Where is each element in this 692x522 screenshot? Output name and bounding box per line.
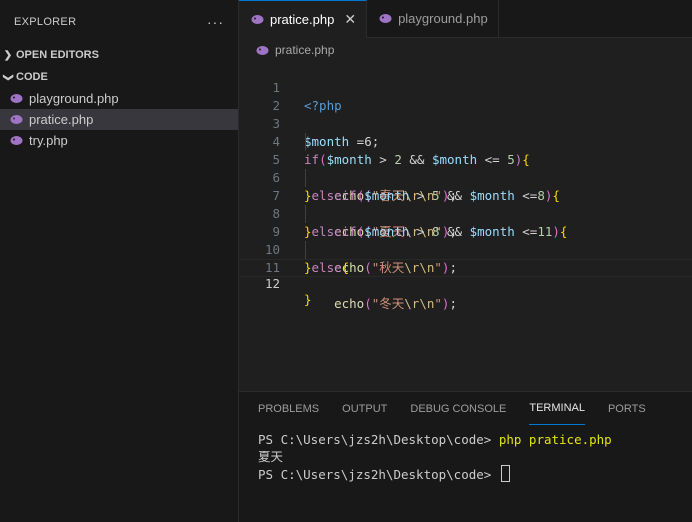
tab-label: playground.php — [398, 11, 488, 26]
line-number: 12 — [264, 276, 280, 291]
terminal[interactable]: PS C:\Users\jzs2h\Desktop\code> php prat… — [239, 425, 692, 482]
terminal-line: PS C:\Users\jzs2h\Desktop\code> — [258, 465, 692, 482]
tab-debug-console[interactable]: DEBUG CONSOLE — [410, 392, 506, 425]
explorer-sidebar: EXPLORER ··· ❯ OPEN EDITORS ❯ CODE playg… — [0, 0, 239, 522]
php-file-icon — [379, 13, 393, 25]
code-token: \r\n — [404, 296, 435, 311]
code-folder-label: CODE — [16, 71, 48, 83]
code-line: 8 }elseif($month > 8 && $month <=11){ — [239, 187, 692, 239]
tab-ports[interactable]: PORTS — [608, 392, 646, 425]
chevron-down-icon: ❯ — [2, 72, 14, 82]
file-name: try.php — [29, 133, 68, 148]
code-line: 5 echo("春天\r\n"); — [239, 133, 692, 203]
php-file-icon — [10, 135, 24, 147]
terminal-line: PS C:\Users\jzs2h\Desktop\code> php prat… — [258, 431, 692, 448]
code-token: echo — [334, 296, 365, 311]
code-editor[interactable]: 1 <?php 2 3 $month =6; 4 if($month > 2 &… — [239, 61, 692, 391]
code-line: 2 — [239, 79, 692, 113]
bottom-panel: PROBLEMS OUTPUT DEBUG CONSOLE TERMINAL P… — [239, 391, 692, 522]
editor-tabs: pratice.php ✕ playground.php — [239, 0, 692, 38]
explorer-header: EXPLORER ··· — [0, 0, 238, 44]
breadcrumb[interactable]: pratice.php — [239, 39, 692, 61]
code-folder-section[interactable]: ❯ CODE — [0, 66, 238, 88]
panel-tabs: PROBLEMS OUTPUT DEBUG CONSOLE TERMINAL P… — [239, 392, 692, 425]
indent-guide — [305, 169, 306, 187]
terminal-output: 夏天 — [258, 449, 284, 464]
more-actions-icon[interactable]: ··· — [207, 14, 224, 30]
file-name: playground.php — [29, 91, 119, 106]
code-line: 11 echo("冬天\r\n"); — [239, 241, 692, 311]
explorer-title: EXPLORER — [14, 16, 77, 28]
breadcrumb-file: pratice.php — [275, 43, 335, 57]
php-file-icon — [10, 114, 24, 126]
tab-terminal[interactable]: TERMINAL — [529, 392, 585, 425]
code-line: 10 }else{ — [239, 223, 692, 275]
code-token: " — [434, 296, 442, 311]
open-editors-section[interactable]: ❯ OPEN EDITORS — [0, 44, 238, 66]
terminal-cursor — [500, 465, 510, 482]
close-icon[interactable]: ✕ — [344, 11, 356, 28]
chevron-right-icon: ❯ — [3, 49, 13, 61]
terminal-prompt: PS C:\Users\jzs2h\Desktop\code> — [258, 467, 499, 482]
indent-guide — [305, 133, 306, 151]
code-line: 7 echo("夏天\r\n"); — [239, 169, 692, 239]
code-token: ; — [449, 296, 457, 311]
code-line: 9 echo("秋天\r\n"); — [239, 205, 692, 275]
file-item-playground[interactable]: playground.php — [0, 88, 238, 109]
php-file-icon — [251, 14, 265, 26]
terminal-command: php pratice.php — [498, 432, 612, 447]
code-line-current: 12 } — [239, 259, 692, 307]
indent-guide — [305, 241, 306, 259]
file-name: pratice.php — [29, 112, 94, 127]
code-line: 1 <?php — [239, 61, 692, 113]
open-editors-label: OPEN EDITORS — [16, 49, 99, 61]
tab-output[interactable]: OUTPUT — [342, 392, 387, 425]
tab-pratice[interactable]: pratice.php ✕ — [239, 0, 368, 38]
code-line: 4 if($month > 2 && $month <= 5){ — [239, 115, 692, 167]
code-token: ( — [364, 296, 372, 311]
code-token: } — [304, 292, 312, 307]
php-file-icon — [256, 44, 270, 56]
code-line: 3 $month =6; — [239, 97, 692, 149]
file-item-pratice[interactable]: pratice.php — [0, 109, 238, 130]
indent-guide — [305, 205, 306, 223]
terminal-prompt: PS C:\Users\jzs2h\Desktop\code> — [258, 432, 499, 447]
file-item-try[interactable]: try.php — [0, 130, 238, 151]
tab-playground[interactable]: playground.php — [367, 0, 499, 37]
code-token: "冬天 — [371, 296, 405, 311]
tab-problems[interactable]: PROBLEMS — [258, 392, 319, 425]
php-file-icon — [10, 93, 24, 105]
tab-label: pratice.php — [270, 12, 335, 27]
code-line: 6 }elseif($month > 5 && $month <=8){ — [239, 151, 692, 203]
